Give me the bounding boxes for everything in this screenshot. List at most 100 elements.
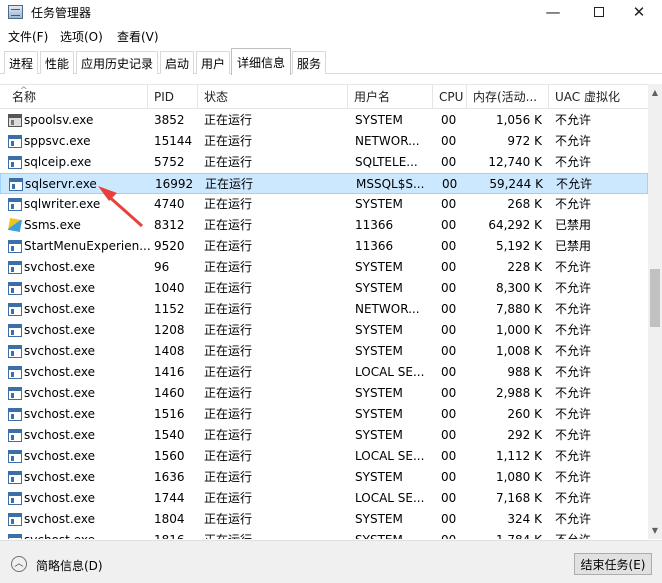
process-icon (8, 303, 22, 316)
process-name: svchost.exe (24, 407, 95, 421)
menu-file[interactable]: 文件(F) (8, 28, 48, 45)
table-row[interactable]: svchost.exe 96 正在运行 SYSTEM 00 228 K 不允许 (0, 257, 648, 278)
process-name: svchost.exe (24, 470, 95, 484)
process-name: svchost.exe (24, 449, 95, 463)
end-task-button[interactable]: 结束任务(E) (574, 553, 652, 575)
table-row[interactable]: svchost.exe 1540 正在运行 SYSTEM 00 292 K 不允许 (0, 425, 648, 446)
process-username: LOCAL SE... (355, 365, 425, 379)
table-row[interactable]: svchost.exe 1040 正在运行 SYSTEM 00 8,300 K 不允许 (0, 278, 648, 299)
column-header-cpu[interactable]: CPU (433, 85, 467, 109)
process-icon (8, 156, 22, 169)
scroll-down-arrow-icon[interactable]: ▼ (648, 522, 662, 539)
tab-services[interactable]: 服务 (292, 51, 326, 74)
process-cpu: 00 (441, 113, 457, 127)
column-header-status[interactable]: 状态 (198, 85, 348, 109)
process-name: svchost.exe (24, 344, 95, 358)
column-header-name[interactable]: ^ 名称 (0, 85, 148, 109)
process-icon (8, 513, 22, 526)
close-button[interactable]: ✕ (616, 0, 662, 24)
menu-view[interactable]: 查看(V) (117, 28, 159, 45)
process-icon (8, 240, 22, 253)
process-username: NETWOR... (355, 134, 420, 148)
tab-users[interactable]: 用户 (196, 51, 230, 74)
tab-strip: 进程 性能 应用历史记录 启动 用户 详细信息 服务 (0, 48, 662, 75)
process-icon (8, 534, 22, 539)
process-memory: 64,292 K (488, 218, 542, 232)
process-cpu: 00 (441, 197, 457, 211)
process-icon (8, 198, 22, 211)
table-row[interactable]: svchost.exe 1816 正在运行 SYSTEM 001,784 K 不允许 (0, 530, 648, 539)
process-uac: 已禁用 (555, 218, 592, 232)
footer-bar: ︿ 简略信息(D) 结束任务(E) (0, 540, 662, 583)
process-icon (8, 471, 22, 484)
process-memory: 7,168 K (495, 491, 542, 505)
table-row[interactable]: sqlservr.exe 16992 正在运行 MSSQL$S... 00 59,244 … (0, 173, 648, 194)
process-pid: 1744 (154, 491, 185, 505)
table-row[interactable]: sppsvc.exe 15144 正在运行 NETWOR... 00 972 K 不允许 (0, 131, 648, 152)
process-status: 正在运行 (204, 113, 253, 127)
table-row[interactable]: svchost.exe 1636 正在运行 SYSTEM 00 1,080 K 不允许 (0, 467, 648, 488)
process-icon (8, 282, 22, 295)
process-cpu: 00 (441, 302, 457, 316)
table-row[interactable]: svchost.exe 1804 正在运行 SYSTEM 00 324 K 不允许 (0, 509, 648, 530)
process-memory: 1,112 K (495, 449, 542, 463)
tab-details[interactable]: 详细信息 (231, 48, 291, 75)
table-row[interactable]: sqlceip.exe 5752 正在运行 SQLTELE... 00 12,740 K 不… (0, 152, 648, 173)
collapse-chevron-icon[interactable]: ︿ (11, 556, 27, 572)
table-row[interactable]: StartMenuExperien... 9520 正在运行 11366 00 5,192… (0, 236, 648, 257)
process-cpu: 00 (441, 512, 457, 526)
table-row[interactable]: svchost.exe 1744 正在运行 LOCAL SE... 00 7,168 K 不… (0, 488, 648, 509)
process-uac: 不允许 (555, 197, 592, 211)
table-row[interactable]: Ssms.exe 8312 正在运行 11366 00 64,292 K 已禁用 (0, 215, 648, 236)
scroll-up-arrow-icon[interactable]: ▲ (648, 84, 662, 101)
process-name: svchost.exe (24, 281, 95, 295)
process-memory: 2,988 K (495, 386, 542, 400)
process-icon (8, 366, 22, 379)
minimize-button[interactable]: — (530, 0, 576, 24)
process-uac: 不允许 (555, 530, 635, 539)
column-header-uac[interactable]: UAC 虚拟化 (549, 85, 648, 109)
table-row[interactable]: svchost.exe 1516 正在运行 SYSTEM 00 260 K 不允许 (0, 404, 648, 425)
process-icon (8, 450, 22, 463)
column-header-pid[interactable]: PID (148, 85, 198, 109)
process-pid: 8312 (154, 218, 185, 232)
process-cpu: 00 (441, 449, 457, 463)
process-pid: 4740 (154, 197, 185, 211)
tab-performance[interactable]: 性能 (40, 51, 74, 74)
table-row[interactable]: svchost.exe 1416 正在运行 LOCAL SE... 00 988 K 不允许 (0, 362, 648, 383)
scroll-thumb[interactable] (650, 269, 660, 327)
table-row[interactable]: svchost.exe 1152 正在运行 NETWOR... 00 7,880 K 不允许 (0, 299, 648, 320)
table-row[interactable]: svchost.exe 1208 正在运行 SYSTEM 00 1,000 K 不允许 (0, 320, 648, 341)
process-cpu: 00 (441, 365, 457, 379)
process-uac: 不允许 (555, 155, 592, 169)
sort-chevron-icon: ^ (20, 86, 28, 96)
tab-startup[interactable]: 启动 (160, 51, 194, 74)
table-row[interactable]: svchost.exe 1560 正在运行 LOCAL SE... 00 1,112 K 不… (0, 446, 648, 467)
process-memory: 1,784 K (470, 530, 542, 539)
tab-app-history[interactable]: 应用历史记录 (76, 51, 158, 74)
process-uac: 不允许 (555, 134, 592, 148)
title-bar: 任务管理器 — ✕ (0, 0, 662, 24)
process-pid: 1516 (154, 407, 185, 421)
process-name: svchost.exe (24, 428, 95, 442)
process-name: svchost.exe (24, 512, 95, 526)
process-memory: 228 K (507, 260, 542, 274)
process-memory: 260 K (507, 407, 542, 421)
process-status: 正在运行 (204, 218, 253, 232)
menu-options[interactable]: 选项(O) (60, 28, 103, 45)
table-row[interactable]: spoolsv.exe 3852 正在运行 SYSTEM 00 1,056 K 不允许 (0, 110, 648, 131)
brief-info-toggle[interactable]: 简略信息(D) (36, 557, 103, 574)
process-name: svchost.exe (24, 302, 95, 316)
column-header-username[interactable]: 用户名 (348, 85, 433, 109)
process-icon (8, 492, 22, 505)
table-row[interactable]: svchost.exe 1460 正在运行 SYSTEM 00 2,988 K 不允许 (0, 383, 648, 404)
process-status: 正在运行 (204, 281, 253, 295)
process-memory: 7,880 K (495, 302, 542, 316)
column-header-memory[interactable]: 内存(活动... (467, 85, 549, 109)
process-name: svchost.exe (24, 260, 95, 274)
vertical-scrollbar[interactable]: ▲ ▼ (648, 84, 662, 539)
process-username: SYSTEM (355, 512, 403, 526)
table-row[interactable]: sqlwriter.exe 4740 正在运行 SYSTEM 00 268 K 不允许 (0, 194, 648, 215)
tab-processes[interactable]: 进程 (4, 51, 38, 74)
table-row[interactable]: svchost.exe 1408 正在运行 SYSTEM 00 1,008 K 不允许 (0, 341, 648, 362)
